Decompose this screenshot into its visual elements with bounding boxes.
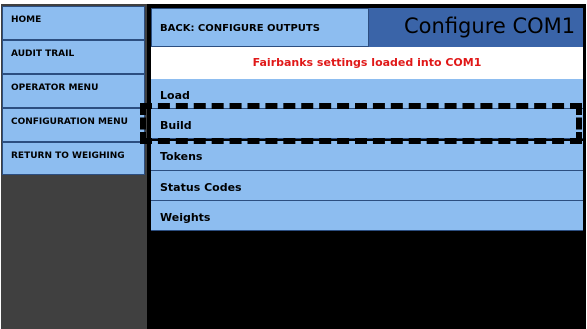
sidebar-item-label: OPERATOR MENU xyxy=(11,83,99,93)
menu-item-build[interactable]: Build xyxy=(151,109,583,139)
sidebar-item-label: HOME xyxy=(11,15,42,25)
app-window: HOME AUDIT TRAIL OPERATOR MENU CONFIGURA… xyxy=(0,0,587,329)
menu-item-tokens[interactable]: Tokens xyxy=(151,141,583,171)
menu-item-label: Load xyxy=(160,89,190,102)
status-message: Fairbanks settings loaded into COM1 xyxy=(151,47,583,79)
menu-item-label: Weights xyxy=(160,211,211,224)
back-button-label: BACK: CONFIGURE OUTPUTS xyxy=(160,23,320,34)
menu-item-label: Build xyxy=(160,119,192,132)
sidebar-item-label: AUDIT TRAIL xyxy=(11,49,75,59)
sidebar-item-audit-trail[interactable]: AUDIT TRAIL xyxy=(2,40,145,74)
sidebar-item-label: RETURN TO WEIGHING xyxy=(11,151,125,161)
page-title-bar: Configure COM1 xyxy=(369,8,583,47)
sidebar-item-home[interactable]: HOME xyxy=(2,6,145,40)
sidebar: HOME AUDIT TRAIL OPERATOR MENU CONFIGURA… xyxy=(1,4,148,329)
page-title: Configure COM1 xyxy=(404,14,576,38)
menu-item-load[interactable]: Load xyxy=(151,79,583,109)
sidebar-item-configuration-menu[interactable]: CONFIGURATION MENU xyxy=(2,108,145,142)
menu-item-label: Status Codes xyxy=(160,181,242,194)
main-panel: BACK: CONFIGURE OUTPUTS Configure COM1 F… xyxy=(148,4,586,329)
sidebar-item-operator-menu[interactable]: OPERATOR MENU xyxy=(2,74,145,108)
sidebar-item-return-to-weighing[interactable]: RETURN TO WEIGHING xyxy=(2,142,145,175)
back-button[interactable]: BACK: CONFIGURE OUTPUTS xyxy=(151,8,369,47)
menu-item-label: Tokens xyxy=(160,150,203,163)
menu-item-weights[interactable]: Weights xyxy=(151,201,583,231)
menu-item-status-codes[interactable]: Status Codes xyxy=(151,171,583,201)
sidebar-item-label: CONFIGURATION MENU xyxy=(11,117,128,127)
